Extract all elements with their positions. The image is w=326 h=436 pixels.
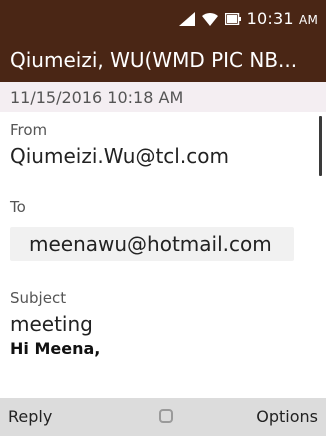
status-time-ampm: AM	[299, 12, 318, 27]
recipient-chip[interactable]: meenawu@hotmail.com	[10, 227, 294, 261]
email-detail-screen: 10:31 AM Qiumeizi, WU(WMD PIC NB... 11/1…	[0, 0, 326, 436]
to-value: meenawu@hotmail.com	[29, 232, 272, 256]
date-strip: 11/15/2016 10:18 AM	[0, 82, 326, 112]
status-icons: 10:31 AM	[178, 8, 318, 31]
options-softkey[interactable]: Options	[256, 407, 318, 427]
page-title: Qiumeizi, WU(WMD PIC NB...	[10, 48, 298, 72]
reply-softkey[interactable]: Reply	[8, 407, 52, 427]
select-icon[interactable]	[159, 409, 173, 423]
status-time: 10:31 AM	[247, 8, 318, 31]
from-label: From	[10, 121, 48, 139]
header-bar: Qiumeizi, WU(WMD PIC NB...	[0, 36, 326, 82]
from-value[interactable]: Qiumeizi.Wu@tcl.com	[10, 142, 229, 170]
message-date: 11/15/2016 10:18 AM	[10, 88, 184, 107]
subject-value: meeting	[10, 312, 93, 336]
subject-label: Subject	[10, 289, 67, 307]
signal-icon	[178, 12, 195, 26]
battery-icon	[224, 13, 241, 25]
wifi-icon	[201, 12, 218, 26]
scrollbar[interactable]	[319, 116, 322, 176]
to-label: To	[10, 198, 26, 216]
softkey-bar: Reply Options	[0, 398, 326, 436]
status-bar: 10:31 AM	[0, 0, 326, 36]
message-body: Hi Meena,	[10, 339, 101, 358]
status-time-value: 10:31	[246, 8, 294, 28]
